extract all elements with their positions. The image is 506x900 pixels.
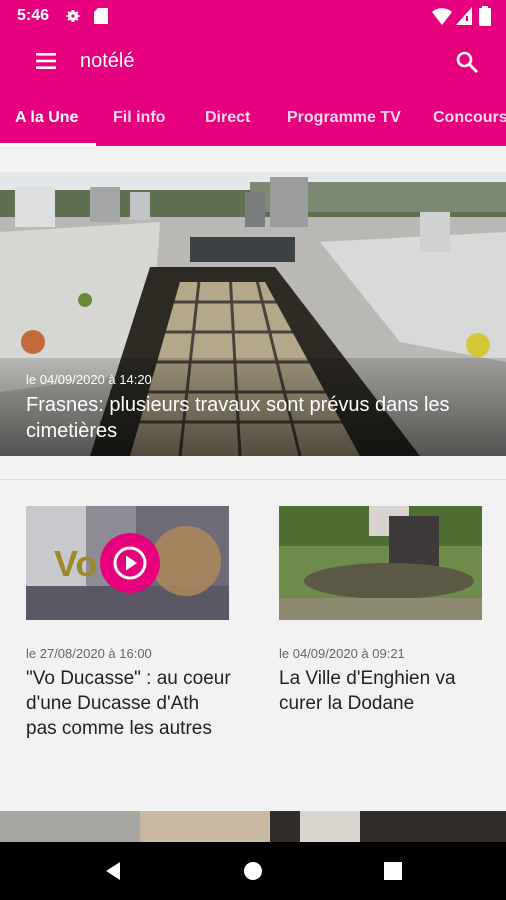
recents-icon[interactable] [382, 860, 404, 882]
status-time: 5:46 [17, 7, 50, 24]
article-card-enghien[interactable]: le 04/09/2020 à 09:21 La Ville d'Enghien… [279, 506, 482, 786]
wifi-icon [432, 8, 452, 25]
thumb-logo-text: Vo [54, 543, 97, 584]
back-icon[interactable] [102, 860, 124, 882]
tab-programme-tv[interactable]: Programme TV [287, 92, 401, 146]
tab-direct[interactable]: Direct [205, 92, 250, 146]
play-button[interactable] [100, 533, 160, 593]
tab-a-la-une[interactable]: A la Une [15, 92, 78, 146]
section-divider [0, 479, 506, 480]
play-icon [113, 546, 147, 580]
gear-icon [66, 10, 80, 22]
battery-icon [479, 6, 491, 26]
tab-concours[interactable]: Concours [433, 92, 506, 146]
hamburger-menu-icon[interactable] [35, 50, 57, 72]
card-title: "Vo Ducasse" : au coeur d'une Ducasse d'… [26, 668, 231, 739]
search-icon[interactable] [455, 50, 479, 74]
home-icon[interactable] [242, 860, 264, 882]
next-article-peek[interactable] [0, 811, 506, 842]
card-date: le 04/09/2020 à 09:21 [279, 646, 405, 661]
card-date: le 27/08/2020 à 16:00 [26, 646, 152, 661]
hero-date: le 04/09/2020 à 14:20 [26, 372, 152, 387]
status-bar: 5:46 [0, 0, 506, 32]
app-title: notélé [80, 50, 135, 72]
article-card-vo-ducasse[interactable]: Vo le 27/08/2020 à 16:00 "Vo Ducasse" : … [26, 506, 231, 786]
hero-headline: Frasnes: plusieurs travaux sont prévus d… [26, 394, 450, 442]
app-bar: notélé [0, 32, 506, 92]
signal-icon [456, 7, 472, 25]
tab-fil-info[interactable]: Fil info [113, 92, 165, 146]
system-nav-bar [0, 842, 506, 900]
hero-article[interactable]: le 04/09/2020 à 14:20 Frasnes: plusieurs… [0, 172, 506, 456]
card-thumbnail: Vo [26, 506, 229, 620]
tab-bar: A la Une Fil info Direct Programme TV Co… [0, 92, 506, 146]
card-title: La Ville d'Enghien va curer la Dodane [279, 668, 456, 714]
card-thumbnail-image [279, 506, 482, 620]
card-thumbnail [279, 506, 482, 620]
sd-card-icon [94, 8, 108, 24]
next-article-image [0, 811, 506, 842]
active-tab-indicator [0, 143, 96, 146]
